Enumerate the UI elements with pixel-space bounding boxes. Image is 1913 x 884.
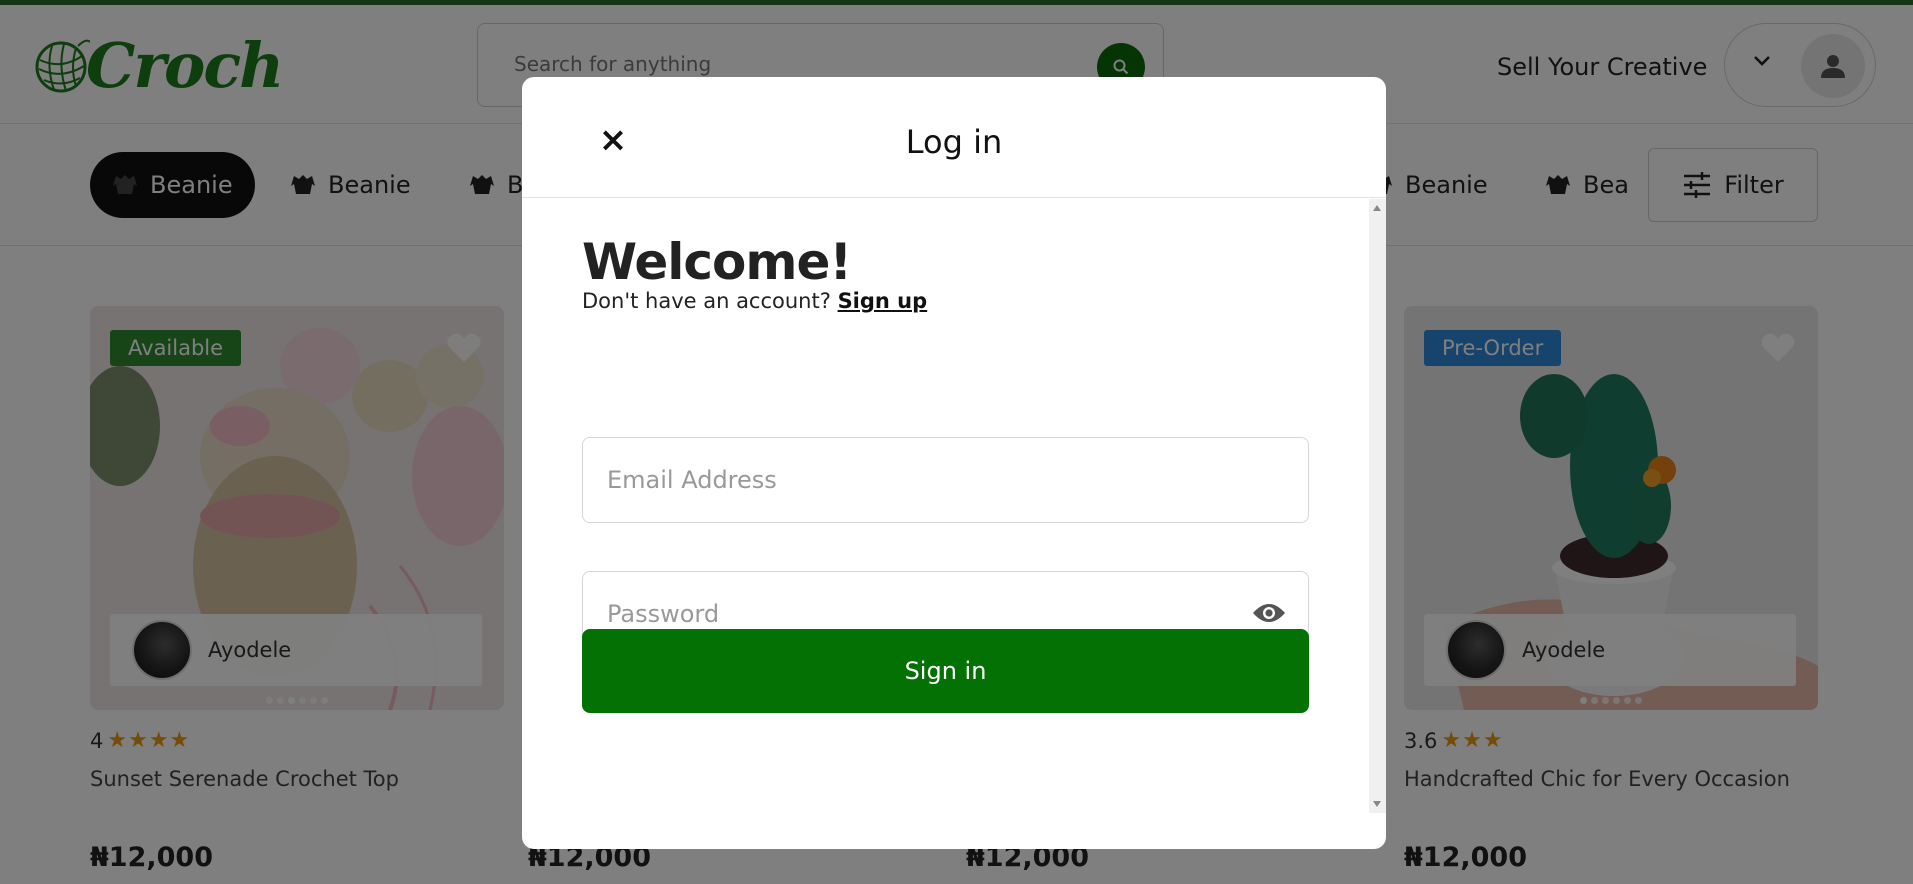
welcome-heading: Welcome! <box>582 233 852 291</box>
sign-in-button[interactable]: Sign in <box>582 629 1309 713</box>
eye-icon[interactable] <box>1252 601 1286 625</box>
modal-header: × Log in <box>522 77 1386 198</box>
modal-body: Welcome! Don't have an account? Sign up … <box>522 199 1386 849</box>
email-input[interactable] <box>607 466 1227 494</box>
signup-prompt: Don't have an account? Sign up <box>582 289 927 313</box>
login-modal: × Log in Welcome! Don't have an account?… <box>522 77 1386 849</box>
signup-link[interactable]: Sign up <box>838 289 928 313</box>
no-account-text: Don't have an account? <box>582 289 831 313</box>
email-field[interactable] <box>582 437 1309 523</box>
modal-title: Log in <box>905 123 1003 161</box>
password-input[interactable] <box>607 600 1227 628</box>
modal-scrollbar[interactable] <box>1369 199 1386 813</box>
scroll-up-arrow-icon[interactable] <box>1373 205 1381 211</box>
scroll-down-arrow-icon[interactable] <box>1373 801 1381 807</box>
